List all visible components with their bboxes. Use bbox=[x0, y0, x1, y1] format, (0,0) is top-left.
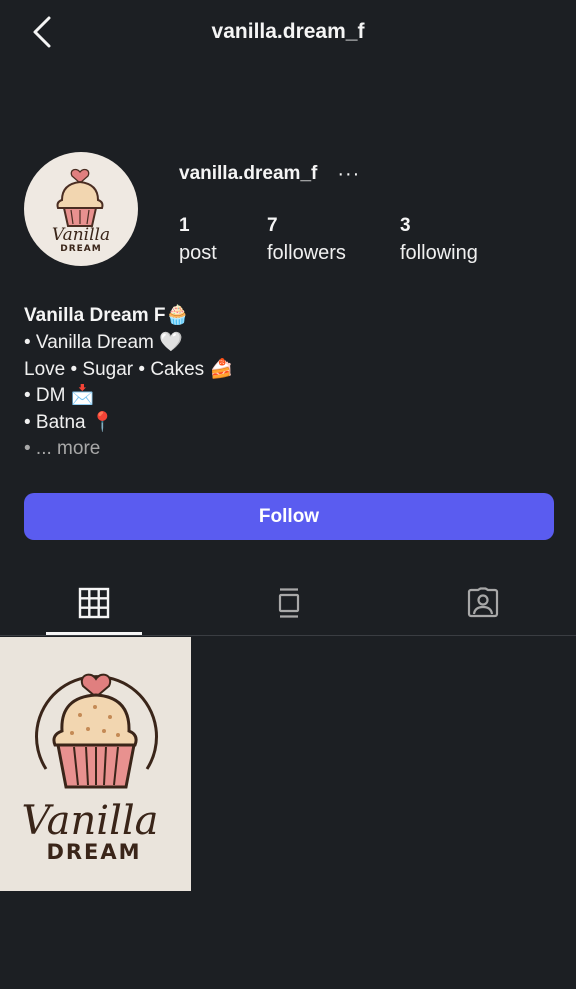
tab-grid[interactable] bbox=[46, 570, 142, 636]
followers-label: followers bbox=[267, 242, 346, 264]
tagged-icon bbox=[467, 587, 499, 618]
page-title: vanilla.dream_f bbox=[211, 20, 365, 43]
avatar[interactable]: Vanilla DREAM bbox=[24, 152, 138, 266]
more-options-icon[interactable]: ··· bbox=[337, 164, 360, 184]
post-thumbnail[interactable]: Vanilla DREAM bbox=[0, 637, 191, 891]
feed-icon bbox=[278, 588, 300, 618]
profile-tabs bbox=[0, 570, 576, 636]
post-logo-script: Vanilla bbox=[21, 798, 158, 844]
bio-more-link[interactable]: • ... more bbox=[24, 436, 544, 463]
tab-tagged[interactable] bbox=[435, 570, 531, 636]
grid-icon bbox=[78, 587, 110, 619]
followers-stat[interactable]: 7 followers bbox=[267, 214, 346, 268]
posts-stat: 1 post bbox=[179, 214, 217, 268]
bio-line: • DM 📩 bbox=[24, 385, 95, 406]
bio-line: Love • Sugar • Cakes 🍰 bbox=[24, 358, 234, 380]
avatar-logo-word: DREAM bbox=[60, 244, 101, 254]
bio-display-name: Vanilla Dream F🧁 bbox=[24, 305, 190, 326]
posts-count: 1 bbox=[179, 215, 190, 236]
top-bar: vanilla.dream_f bbox=[0, 0, 576, 64]
bio-line: • Batna 📍 bbox=[24, 411, 115, 433]
post-logo-word: DREAM bbox=[46, 840, 141, 864]
following-count: 3 bbox=[400, 215, 411, 236]
cupcake-logo: Vanilla DREAM bbox=[52, 168, 110, 254]
posts-label: post bbox=[179, 242, 217, 264]
following-stat[interactable]: 3 following bbox=[400, 214, 478, 268]
followers-count: 7 bbox=[267, 215, 278, 236]
following-label: following bbox=[400, 242, 478, 264]
chevron-left-icon bbox=[33, 16, 51, 48]
back-button[interactable] bbox=[28, 14, 56, 50]
active-tab-indicator bbox=[46, 632, 142, 635]
profile-username: vanilla.dream_f bbox=[179, 163, 318, 184]
avatar-logo-script: Vanilla bbox=[52, 225, 110, 245]
bio-line: • Vanilla Dream 🤍 bbox=[24, 332, 183, 353]
post-cupcake-logo: Vanilla DREAM bbox=[21, 673, 159, 864]
profile-header: vanilla.dream_f ··· bbox=[179, 160, 360, 188]
tab-feed[interactable] bbox=[241, 570, 337, 636]
bio: Vanilla Dream F🧁 • Vanilla Dream 🤍 Love … bbox=[24, 302, 544, 463]
follow-button[interactable]: Follow bbox=[24, 493, 554, 540]
